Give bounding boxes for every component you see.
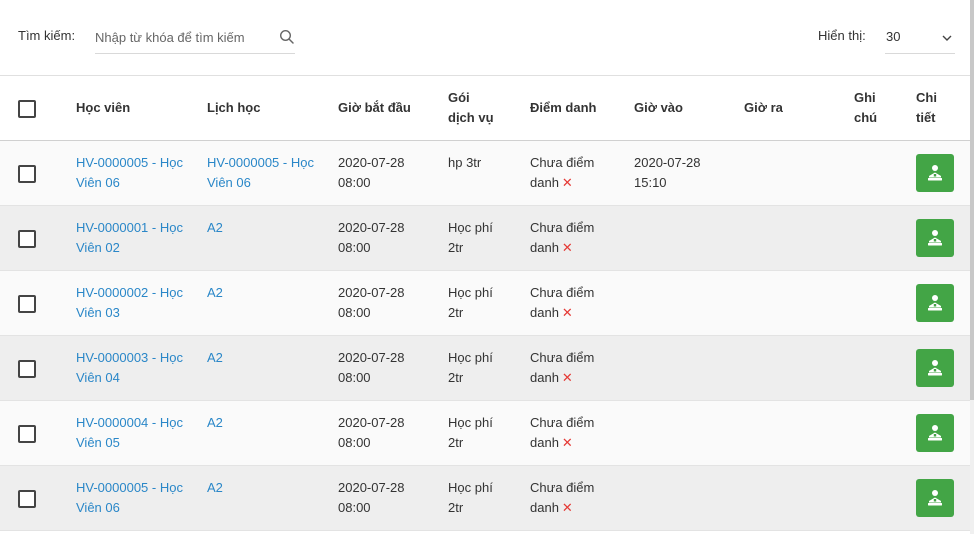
search-box[interactable] <box>95 22 295 54</box>
schedule-link[interactable]: A2 <box>207 283 317 303</box>
schedule-link[interactable]: A2 <box>207 478 317 498</box>
detail-button[interactable] <box>916 219 954 257</box>
schedule-link[interactable]: A2 <box>207 413 317 433</box>
table-row: HV-0000005 - Học Viên 06 HV-0000005 - Họ… <box>0 141 974 206</box>
student-detail-icon <box>928 165 942 181</box>
attendance-page: Tìm kiếm: Hiển thị: 30 Học viên Lịch học… <box>0 0 974 534</box>
table-row: HV-0000002 - Học Viên 03 A2 2020-07-28 0… <box>0 271 974 336</box>
student-link[interactable]: HV-0000003 - Học Viên 04 <box>76 348 186 388</box>
not-checked-x-icon: ✕ <box>561 435 573 450</box>
student-detail-icon <box>928 295 942 311</box>
attendance-status: Chưa điểm danh ✕ <box>530 413 602 453</box>
scrollbar-thumb[interactable] <box>970 0 974 400</box>
student-link[interactable]: HV-0000005 - Học Viên 06 <box>76 478 186 518</box>
package-name: Học phí 2tr <box>448 285 493 320</box>
detail-button[interactable] <box>916 154 954 192</box>
student-detail-icon <box>928 360 942 376</box>
column-header-start-time[interactable]: Giờ bắt đầu <box>338 98 411 118</box>
detail-button[interactable] <box>916 284 954 322</box>
row-checkbox[interactable] <box>18 165 36 183</box>
student-detail-icon <box>928 230 942 246</box>
table-row: HV-0000003 - Học Viên 04 A2 2020-07-28 0… <box>0 336 974 401</box>
page-size-value: 30 <box>886 29 901 44</box>
column-header-check-out[interactable]: Giờ ra <box>744 98 783 118</box>
row-checkbox[interactable] <box>18 490 36 508</box>
check-in-time: 2020-07-28 15:10 <box>634 155 701 190</box>
student-detail-icon <box>928 425 942 441</box>
page-size-select[interactable]: 30 <box>885 22 955 54</box>
start-time: 2020-07-28 08:00 <box>338 220 405 255</box>
student-link[interactable]: HV-0000001 - Học Viên 02 <box>76 218 186 258</box>
column-header-schedule[interactable]: Lịch học <box>207 98 260 118</box>
attendance-status: Chưa điểm danh ✕ <box>530 478 602 518</box>
start-time: 2020-07-28 08:00 <box>338 480 405 515</box>
not-checked-x-icon: ✕ <box>561 175 573 190</box>
column-header-check-in[interactable]: Giờ vào <box>634 98 683 118</box>
schedule-link[interactable]: A2 <box>207 348 317 368</box>
search-label: Tìm kiếm: <box>18 28 76 43</box>
chevron-down-icon <box>942 35 952 41</box>
package-name: hp 3tr <box>448 155 482 170</box>
attendance-status: Chưa điểm danh ✕ <box>530 153 602 193</box>
attendance-status: Chưa điểm danh ✕ <box>530 218 602 258</box>
table-body: HV-0000005 - Học Viên 06 HV-0000005 - Họ… <box>0 141 974 531</box>
column-header-package[interactable]: Gói dịch vụ <box>448 88 498 128</box>
student-link[interactable]: HV-0000005 - Học Viên 06 <box>76 153 186 193</box>
search-icon[interactable] <box>279 29 295 45</box>
start-time: 2020-07-28 08:00 <box>338 155 405 190</box>
not-checked-x-icon: ✕ <box>561 240 573 255</box>
row-checkbox[interactable] <box>18 425 36 443</box>
start-time: 2020-07-28 08:00 <box>338 350 405 385</box>
detail-button[interactable] <box>916 349 954 387</box>
detail-button[interactable] <box>916 479 954 517</box>
detail-button[interactable] <box>916 414 954 452</box>
start-time: 2020-07-28 08:00 <box>338 415 405 450</box>
column-header-student[interactable]: Học viên <box>76 98 130 118</box>
schedule-link[interactable]: HV-0000005 - Học Viên 06 <box>207 153 317 193</box>
table-row: HV-0000005 - Học Viên 06 A2 2020-07-28 0… <box>0 466 974 531</box>
table-row: HV-0000001 - Học Viên 02 A2 2020-07-28 0… <box>0 206 974 271</box>
student-link[interactable]: HV-0000002 - Học Viên 03 <box>76 283 186 323</box>
student-link[interactable]: HV-0000004 - Học Viên 05 <box>76 413 186 453</box>
select-all-checkbox[interactable] <box>18 100 36 118</box>
toolbar: Tìm kiếm: Hiển thị: 30 <box>0 0 974 75</box>
column-header-attendance[interactable]: Điểm danh <box>530 98 596 118</box>
page-size-label: Hiển thị: <box>818 28 866 43</box>
attendance-status: Chưa điểm danh ✕ <box>530 348 602 388</box>
not-checked-x-icon: ✕ <box>561 370 573 385</box>
vertical-scrollbar[interactable] <box>970 0 974 534</box>
attendance-status: Chưa điểm danh ✕ <box>530 283 602 323</box>
not-checked-x-icon: ✕ <box>561 500 573 515</box>
row-checkbox[interactable] <box>18 360 36 378</box>
schedule-link[interactable]: A2 <box>207 218 317 238</box>
package-name: Học phí 2tr <box>448 220 493 255</box>
package-name: Học phí 2tr <box>448 480 493 515</box>
start-time: 2020-07-28 08:00 <box>338 285 405 320</box>
student-detail-icon <box>928 490 942 506</box>
not-checked-x-icon: ✕ <box>561 305 573 320</box>
column-header-detail: Chi tiết <box>916 90 937 125</box>
row-checkbox[interactable] <box>18 230 36 248</box>
package-name: Học phí 2tr <box>448 350 493 385</box>
row-checkbox[interactable] <box>18 295 36 313</box>
table-row: HV-0000004 - Học Viên 05 A2 2020-07-28 0… <box>0 401 974 466</box>
package-name: Học phí 2tr <box>448 415 493 450</box>
search-input[interactable] <box>95 22 275 53</box>
attendance-table: Học viên Lịch học Giờ bắt đầu Gói dịch v… <box>0 75 974 531</box>
column-header-note[interactable]: Ghi chú <box>854 88 884 128</box>
table-header: Học viên Lịch học Giờ bắt đầu Gói dịch v… <box>0 75 974 141</box>
